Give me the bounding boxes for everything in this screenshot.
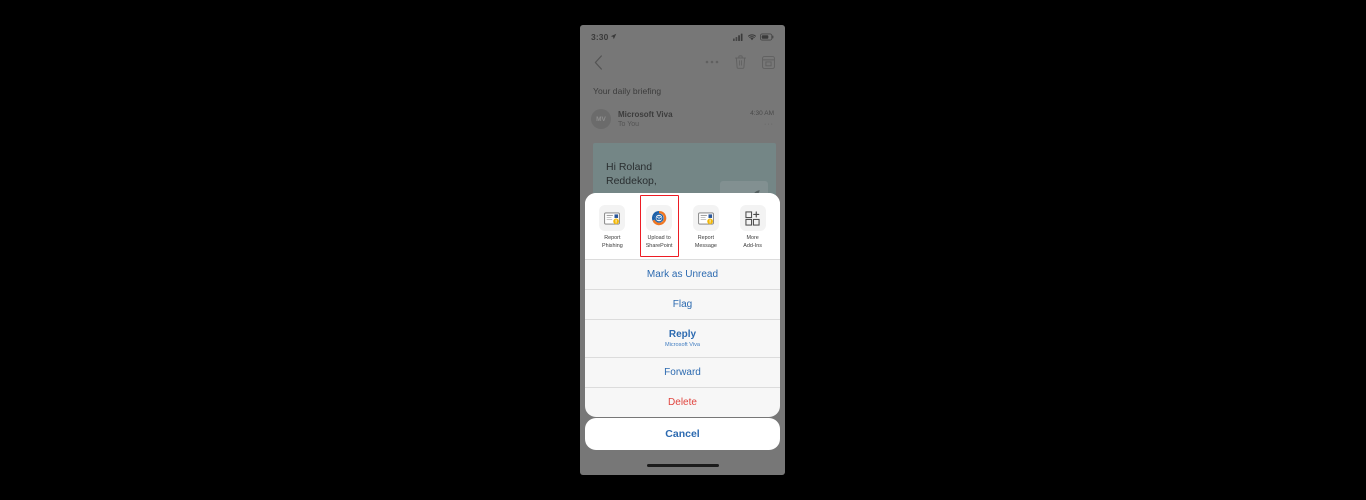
addin-tile: [739, 205, 766, 232]
screenshot-canvas: 3:30 Your daily briefing MV Microsoft Vi…: [0, 0, 1366, 500]
cancel-button[interactable]: Cancel: [585, 418, 780, 450]
addin-tile: [646, 205, 673, 232]
phone-frame: 3:30 Your daily briefing MV Microsoft Vi…: [580, 25, 785, 475]
addin-report-phishing[interactable]: Report Phishing: [589, 202, 636, 251]
addin-more-addins[interactable]: More Add-Ins: [729, 202, 776, 251]
report-phishing-icon: [604, 212, 621, 225]
action-delete[interactable]: Delete: [585, 387, 780, 417]
action-reply-label: Reply: [668, 329, 697, 340]
action-mark-as-unread[interactable]: Mark as Unread: [585, 259, 780, 289]
action-reply-sublabel: Microsoft Viva: [664, 342, 701, 348]
addins-row: Report Phishing Upload to SharePoint Rep…: [585, 193, 780, 259]
sharepoint-icon: [652, 211, 667, 226]
addin-tile: [692, 205, 719, 232]
addin-label: Report Message: [694, 235, 717, 250]
home-indicator: [646, 464, 719, 467]
report-message-icon: [698, 212, 714, 225]
action-flag[interactable]: Flag: [585, 289, 780, 319]
addin-report-message[interactable]: Report Message: [683, 202, 730, 251]
action-sheet: Report Phishing Upload to SharePoint Rep…: [585, 193, 780, 417]
more-addins-grid-icon: [745, 211, 760, 226]
addin-tile: [599, 205, 626, 232]
action-forward[interactable]: Forward: [585, 357, 780, 387]
addin-label: Upload to SharePoint: [645, 235, 673, 250]
action-reply[interactable]: Reply Microsoft Viva: [585, 319, 780, 357]
addin-label: Report Phishing: [601, 235, 623, 250]
addin-upload-to-sharepoint[interactable]: Upload to SharePoint: [636, 195, 683, 257]
addin-label: More Add-Ins: [743, 235, 762, 250]
